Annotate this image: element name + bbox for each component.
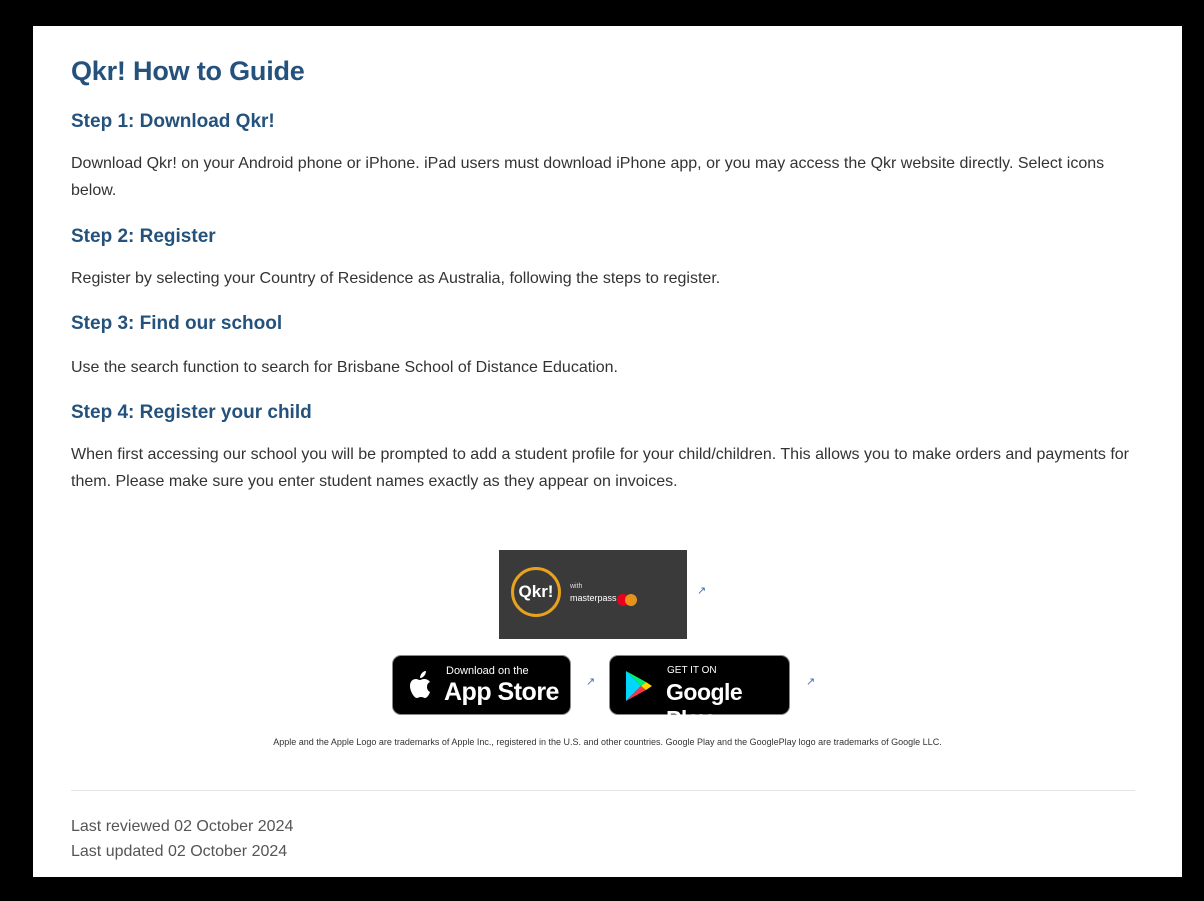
step-3-text: Use the search function to search for Br… xyxy=(71,359,618,376)
external-link-icon[interactable]: ↗ xyxy=(697,584,706,597)
qkr-with-text: with xyxy=(570,583,583,590)
step-3-heading: Step 3: Find our school xyxy=(71,313,283,334)
trademark-notice: Apple and the Apple Logo are trademarks … xyxy=(273,737,942,747)
app-store-big-text: App Store xyxy=(444,678,559,706)
step-2-text: Register by selecting your Country of Re… xyxy=(71,270,721,287)
step-1-text: Download Qkr! on your Android phone or i… xyxy=(71,155,1105,199)
last-updated: Last updated 02 October 2024 xyxy=(71,843,288,860)
step-1-heading: Step 1: Download Qkr! xyxy=(71,111,275,132)
qkr-link[interactable]: Qkr! with masterpass xyxy=(499,550,687,644)
google-play-button[interactable]: GET IT ON Google Play xyxy=(609,655,790,732)
content-card: Qkr! How to Guide Step 1: Download Qkr! … xyxy=(33,26,1182,877)
step-4-text: When first accessing our school you will… xyxy=(71,446,1130,490)
apple-icon xyxy=(410,671,430,698)
google-play-big-text: Google Play xyxy=(666,679,743,732)
app-store-small-text: Download on the xyxy=(446,665,529,677)
qkr-badge[interactable]: Qkr! with masterpass xyxy=(499,550,687,639)
external-link-icon[interactable]: ↗ xyxy=(586,675,595,688)
qkr-logo: Qkr! xyxy=(511,567,561,617)
external-link-icon[interactable]: ↗ xyxy=(806,675,815,688)
google-play-icon xyxy=(626,671,652,701)
step-2-heading: Step 2: Register xyxy=(71,226,216,247)
mastercard-icon-overlap xyxy=(625,594,637,606)
app-store-button[interactable]: Download on the App Store xyxy=(392,655,571,715)
page-title: Qkr! How to Guide xyxy=(71,56,305,86)
step-4-heading: Step 4: Register your child xyxy=(71,402,312,423)
qkr-masterpass-text: masterpass xyxy=(570,593,617,603)
last-reviewed: Last reviewed 02 October 2024 xyxy=(71,818,294,835)
divider xyxy=(71,790,1135,791)
google-play-small-text: GET IT ON xyxy=(667,665,717,676)
page-meta: Last reviewed 02 October 2024 Last updat… xyxy=(71,814,293,864)
